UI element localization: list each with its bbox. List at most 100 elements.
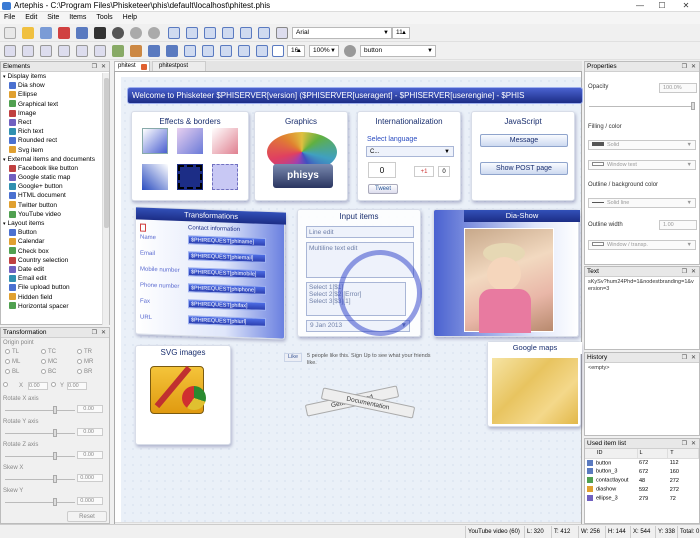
layout-h-icon[interactable] bbox=[40, 45, 52, 57]
menu-site[interactable]: Site bbox=[43, 12, 63, 24]
raise-icon[interactable] bbox=[112, 45, 124, 57]
google-maps-box[interactable]: Google maps bbox=[487, 341, 582, 427]
tree-item[interactable]: Calendar bbox=[1, 237, 109, 246]
origin-option[interactable]: BL bbox=[5, 369, 19, 375]
table-row[interactable]: diashow 592 272 bbox=[585, 485, 699, 494]
graphics-box[interactable]: Graphics phisys bbox=[254, 111, 348, 201]
menu-file[interactable]: File bbox=[0, 12, 19, 24]
minimize-button[interactable]: — bbox=[630, 0, 650, 11]
diashow-image[interactable] bbox=[464, 228, 554, 333]
font-family-select[interactable]: Arial ▼ bbox=[292, 27, 392, 39]
open-icon[interactable] bbox=[22, 27, 34, 39]
reset-button[interactable]: Reset bbox=[67, 511, 107, 522]
column-l[interactable]: L bbox=[637, 449, 669, 459]
float-icon[interactable]: ❐ bbox=[92, 328, 97, 338]
tab-phitestpost[interactable]: phitestpost bbox=[152, 61, 206, 71]
effect-tile[interactable] bbox=[177, 164, 203, 190]
date-edit[interactable]: 9 Jan 2013 ▼ bbox=[306, 320, 410, 332]
break-layout-icon[interactable] bbox=[94, 45, 106, 57]
outline-select[interactable]: Solid line ▼ bbox=[588, 198, 696, 208]
show-post-button[interactable]: Show POST page bbox=[480, 162, 568, 175]
table-row[interactable]: button 672 112 bbox=[585, 458, 699, 467]
select-list[interactable]: Select 1[$1] Select 2[$2][Error] Select … bbox=[306, 282, 406, 316]
float-icon[interactable]: ❐ bbox=[682, 62, 687, 72]
zoom-select[interactable]: 100% ▼ bbox=[309, 45, 339, 57]
ungroup-icon[interactable] bbox=[22, 45, 34, 57]
transformations-box[interactable]: Transformations Contact information Name… bbox=[135, 206, 286, 340]
table-row[interactable]: ellipse_3 279 72 bbox=[585, 494, 699, 503]
table-row[interactable]: contactlayout 48 272 bbox=[585, 476, 699, 485]
paste-icon[interactable] bbox=[94, 27, 106, 39]
rotate-z-input[interactable]: 0.00 bbox=[77, 451, 103, 459]
effects-box[interactable]: Effects & borders bbox=[131, 111, 249, 201]
text-color-select[interactable]: Window text ▼ bbox=[588, 160, 696, 170]
tree-item[interactable]: HTML document bbox=[1, 191, 109, 200]
opacity-knob[interactable] bbox=[691, 102, 695, 110]
tree-item[interactable]: Google static map bbox=[1, 173, 109, 182]
new-icon[interactable] bbox=[4, 27, 16, 39]
effect-tile[interactable] bbox=[177, 128, 203, 154]
tree-item[interactable]: Ellipse bbox=[1, 90, 109, 99]
close-icon[interactable]: ✕ bbox=[101, 328, 106, 338]
origin-option[interactable]: ML bbox=[5, 359, 20, 365]
menu-tools[interactable]: Tools bbox=[92, 12, 116, 24]
layout-v-icon[interactable] bbox=[58, 45, 70, 57]
tree-item[interactable]: Check box bbox=[1, 247, 109, 256]
tree-item[interactable]: YouTube video bbox=[1, 210, 109, 219]
rotate-z-knob[interactable] bbox=[53, 452, 57, 460]
javascript-box[interactable]: JavaScript Message Show POST page bbox=[471, 111, 575, 201]
tree-item[interactable]: Google+ button bbox=[1, 182, 109, 191]
origin-option[interactable]: MC bbox=[41, 359, 57, 365]
close-button[interactable]: ✕ bbox=[676, 0, 696, 11]
close-icon[interactable]: ✕ bbox=[691, 439, 696, 449]
effect-tile[interactable] bbox=[142, 164, 168, 190]
font-size-select[interactable]: 11 ▲ bbox=[392, 27, 410, 39]
message-button[interactable]: Message bbox=[480, 134, 568, 147]
list-item[interactable]: Select 3[$3][1] bbox=[309, 298, 403, 305]
grid-icon[interactable] bbox=[272, 45, 284, 57]
align-middle-icon[interactable] bbox=[240, 27, 252, 39]
float-icon[interactable]: ❐ bbox=[92, 62, 97, 72]
float-icon[interactable]: ❐ bbox=[682, 267, 687, 277]
tree-group[interactable]: ▾ Display items bbox=[1, 72, 109, 81]
filling-select[interactable]: Solid ▼ bbox=[588, 140, 696, 150]
undo-icon[interactable] bbox=[130, 27, 142, 39]
origin-option[interactable]: BR bbox=[77, 369, 92, 375]
tree-item[interactable]: Dia show bbox=[1, 81, 109, 90]
opacity-input[interactable]: 100.0% bbox=[659, 83, 697, 93]
field-input[interactable]: $PHIREQUEST[phiemail] bbox=[188, 251, 266, 263]
origin-option[interactable]: TR bbox=[77, 349, 92, 355]
align-center-icon[interactable] bbox=[186, 27, 198, 39]
redo-icon[interactable] bbox=[148, 27, 160, 39]
effect-tile[interactable] bbox=[212, 164, 238, 190]
origin-option[interactable]: MR bbox=[77, 359, 93, 365]
tree-item[interactable]: Button bbox=[1, 228, 109, 237]
tree-item[interactable]: Rich text bbox=[1, 127, 109, 136]
list-item[interactable]: Select 2[$2][Error] bbox=[309, 291, 403, 298]
i18n-box[interactable]: Internationalization Select language C..… bbox=[357, 111, 461, 201]
effect-tile[interactable] bbox=[142, 128, 168, 154]
tree-item[interactable]: Graphical text bbox=[1, 100, 109, 109]
menu-help[interactable]: Help bbox=[119, 12, 141, 24]
align-left-icon[interactable] bbox=[168, 27, 180, 39]
close-icon[interactable]: ✕ bbox=[691, 267, 696, 277]
svg-images-box[interactable]: SVG images bbox=[135, 345, 231, 445]
rotate-y-slider[interactable] bbox=[5, 433, 75, 434]
tree-item[interactable]: Horizontal spacer bbox=[1, 302, 109, 311]
history-entry[interactable]: <empty> bbox=[585, 363, 699, 373]
rotate-y-input[interactable]: 0.00 bbox=[77, 428, 103, 436]
lower-icon[interactable] bbox=[130, 45, 142, 57]
copy-icon[interactable] bbox=[76, 27, 88, 39]
skew-x-knob[interactable] bbox=[53, 475, 57, 483]
input-items-box[interactable]: Input items Line edit Multiline text edi… bbox=[297, 209, 422, 337]
design-canvas[interactable]: Welcome to Phisketeer $PHISERVER[version… bbox=[114, 71, 583, 529]
distribute-h-icon[interactable] bbox=[238, 45, 250, 57]
origin-option[interactable]: TC bbox=[41, 349, 56, 355]
float-icon[interactable]: ❐ bbox=[682, 353, 687, 363]
skew-y-knob[interactable] bbox=[53, 498, 57, 506]
group-icon[interactable] bbox=[4, 45, 16, 57]
close-icon[interactable]: ✕ bbox=[691, 353, 696, 363]
rotate-x-knob[interactable] bbox=[53, 406, 57, 414]
distribute-v-icon[interactable] bbox=[256, 45, 268, 57]
list-item[interactable]: Select 1[$1] bbox=[309, 284, 403, 291]
